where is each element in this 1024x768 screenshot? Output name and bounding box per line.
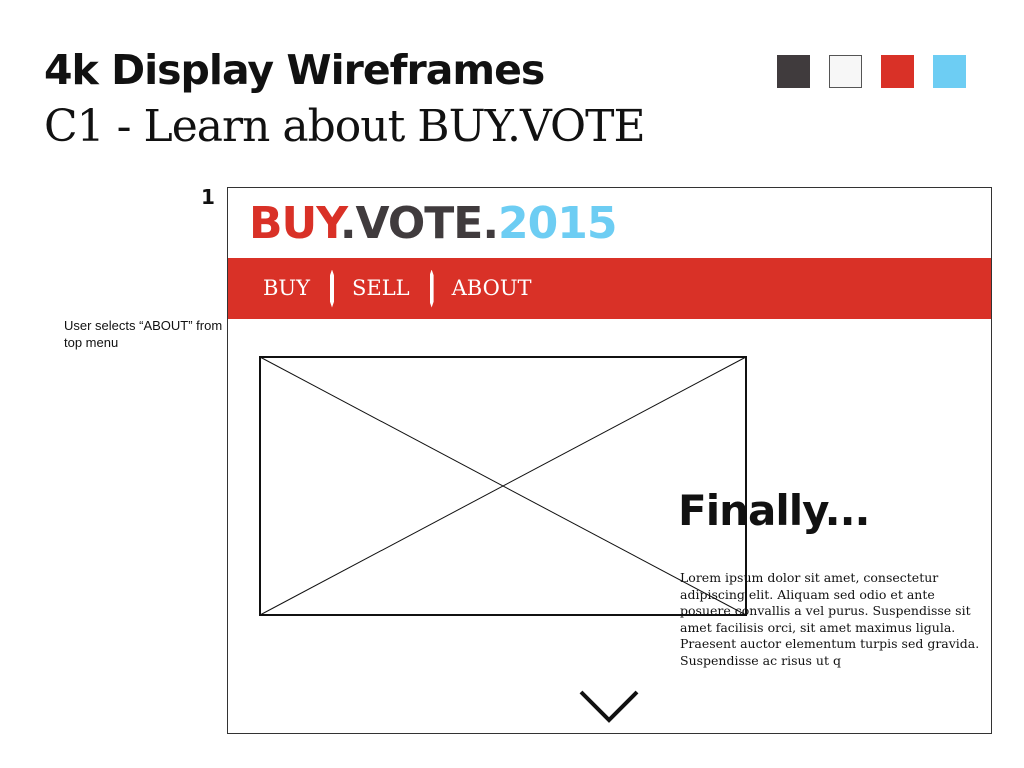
nav-item-sell[interactable]: SELL <box>352 278 410 299</box>
site-logo[interactable]: BUY.VOTE.2015 <box>249 202 618 246</box>
logo-year: 2015 <box>498 198 617 249</box>
color-swatch-red <box>881 55 914 88</box>
logo-vote: .VOTE. <box>339 198 499 249</box>
section-heading: Finally... <box>678 486 871 535</box>
chevron-down-icon[interactable] <box>579 690 639 724</box>
color-swatch-white <box>829 55 862 88</box>
logo-buy: BUY <box>249 198 341 249</box>
page-subtitle: C1 - Learn about BUY.VOTE <box>44 101 646 152</box>
step-number: 1 <box>201 185 215 209</box>
top-nav: BUY SELL ABOUT <box>228 258 991 319</box>
color-swatch-sky-blue <box>933 55 966 88</box>
nav-item-about[interactable]: ABOUT <box>452 278 532 299</box>
nav-item-buy[interactable]: BUY <box>263 278 310 299</box>
wireframe-screen: BUY.VOTE.2015 BUY SELL ABOUT Finally... … <box>227 187 992 734</box>
nav-separator <box>330 269 334 308</box>
color-swatch-charcoal <box>777 55 810 88</box>
image-placeholder-icon <box>259 356 747 616</box>
section-body-text: Lorem ipsum dolor sit amet, consectetur … <box>680 570 980 668</box>
page-title: 4k Display Wireframes <box>44 46 545 94</box>
color-palette <box>777 55 966 88</box>
nav-separator <box>429 269 434 308</box>
step-annotation: User selects “ABOUT” from top menu <box>64 318 223 350</box>
